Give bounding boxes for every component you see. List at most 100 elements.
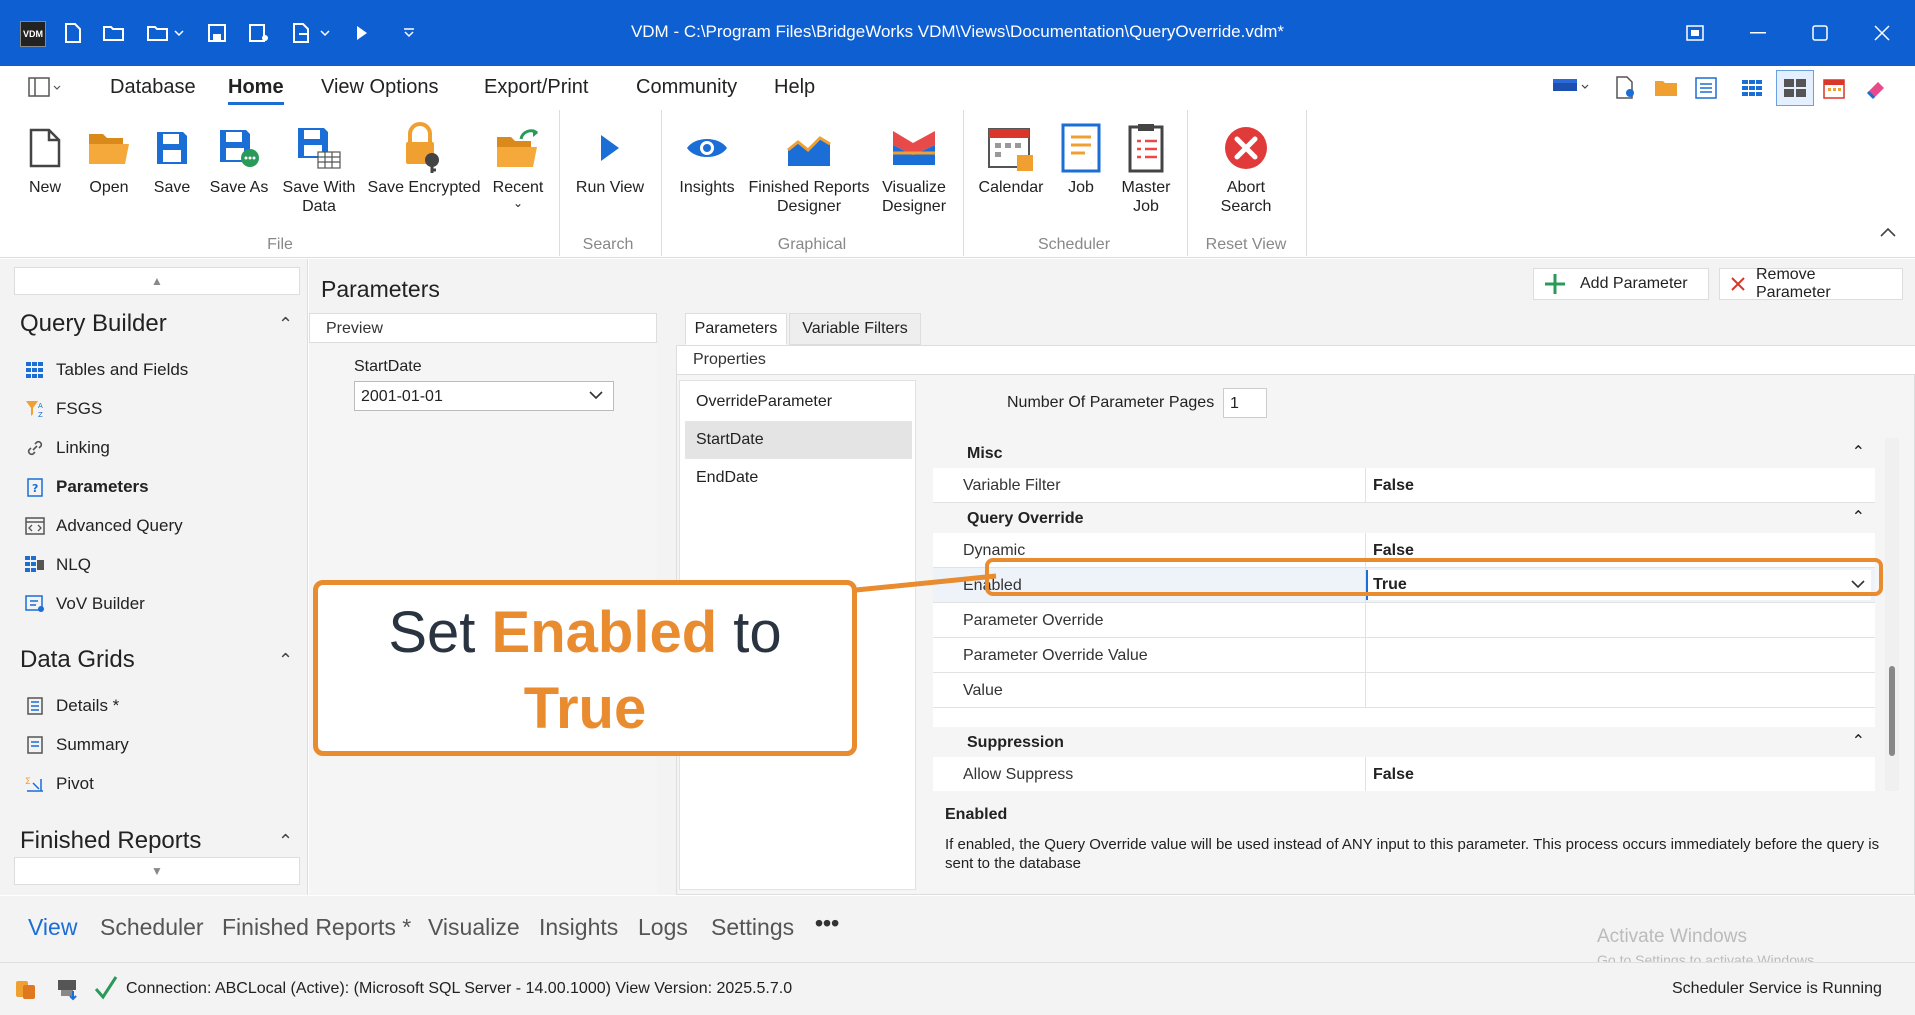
scroll-up-button[interactable]: ▲ [14, 267, 300, 295]
property-value[interactable]: Value [933, 673, 1875, 708]
menu-home[interactable]: Home [228, 76, 284, 105]
sidebar-item-fsgs[interactable]: AZ FSGS [24, 396, 102, 422]
tab-settings[interactable]: Settings [711, 914, 794, 941]
query-builder-header[interactable]: Query Builder [20, 310, 167, 338]
theme-color-icon[interactable] [1552, 76, 1592, 101]
database-icon[interactable] [14, 977, 38, 1006]
job-button[interactable]: Job [1056, 118, 1106, 197]
new-file-icon[interactable] [60, 18, 86, 48]
menu-community[interactable]: Community [636, 76, 737, 99]
list-item[interactable]: OverrideParameter [696, 393, 832, 411]
tab-view[interactable]: View [28, 914, 77, 941]
tab-parameters[interactable]: Parameters [685, 313, 787, 345]
customize-toolbar-icon[interactable] [398, 18, 420, 48]
master-job-button[interactable]: Master Job [1118, 118, 1174, 216]
sidebar-item-nlq[interactable]: NLQ [24, 552, 91, 578]
recent-button[interactable]: Recent ⌄ [488, 118, 548, 209]
save-as-icon[interactable] [246, 18, 272, 48]
minimize-button[interactable] [1738, 16, 1778, 50]
scrollbar-thumb[interactable] [1889, 666, 1895, 756]
tab-variable-filters[interactable]: Variable Filters [789, 313, 921, 345]
sidebar-item-vov-builder[interactable]: VoV Builder [24, 591, 145, 617]
property-parameter-override[interactable]: Parameter Override [933, 603, 1875, 638]
document-settings-icon[interactable] [1614, 76, 1638, 105]
open-button[interactable]: Open [84, 118, 134, 197]
open-recent-dropdown-icon[interactable] [144, 18, 188, 48]
maximize-button[interactable] [1800, 16, 1840, 50]
sidebar-item-advanced-query[interactable]: Advanced Query [24, 513, 183, 539]
status-bar: Connection: ABCLocal (Active): (Microsof… [0, 962, 1915, 1015]
menu-help[interactable]: Help [774, 76, 815, 99]
run-icon[interactable] [350, 18, 374, 48]
collapse-misc-icon[interactable]: ⌃ [1852, 442, 1865, 462]
abort-search-button[interactable]: Abort Search [1206, 118, 1286, 216]
ribbon-separator [1306, 110, 1307, 256]
data-grids-header[interactable]: Data Grids [20, 646, 135, 674]
sidebar-item-summary[interactable]: Summary [24, 732, 129, 758]
sidebar-item-pivot[interactable]: Σ Pivot [24, 771, 94, 797]
group-label-file: File [267, 236, 293, 253]
tab-insights[interactable]: Insights [539, 914, 618, 941]
run-view-button[interactable]: Run View [570, 118, 650, 197]
open-folder-icon [84, 118, 134, 178]
category-misc[interactable]: Misc ⌃ [933, 438, 1875, 468]
property-allow-suppress[interactable]: Allow Suppress False [933, 757, 1875, 791]
tab-finished-reports[interactable]: Finished Reports * [222, 914, 411, 941]
scroll-down-button[interactable]: ▼ [14, 857, 300, 885]
collapse-ribbon-icon[interactable] [1880, 224, 1896, 242]
more-tabs-button[interactable]: ••• [815, 910, 839, 937]
save-as-button[interactable]: Save As [206, 118, 272, 197]
visualize-designer-button[interactable]: Visualize Designer [874, 118, 954, 216]
list-item[interactable]: EndDate [696, 469, 758, 487]
calendar-icon[interactable] [1822, 76, 1846, 105]
category-query-override[interactable]: Query Override ⌃ [933, 503, 1875, 533]
collapse-data-grids-icon[interactable]: ⌃ [278, 650, 293, 671]
new-button[interactable]: New [20, 118, 70, 197]
tile-view-icon[interactable] [1776, 70, 1814, 106]
grid-view-icon[interactable] [1740, 76, 1764, 105]
menu-database[interactable]: Database [110, 76, 196, 99]
menu-view-options[interactable]: View Options [321, 76, 438, 99]
folder-icon[interactable] [1654, 78, 1678, 103]
sidebar-toggle-icon[interactable] [28, 76, 62, 103]
sidebar-item-tables-and-fields[interactable]: Tables and Fields [24, 357, 188, 383]
eraser-icon[interactable] [1864, 76, 1888, 105]
collapse-suppression-icon[interactable]: ⌃ [1852, 731, 1865, 751]
save-icon[interactable] [204, 18, 230, 48]
list-item-selected[interactable]: StartDate [685, 421, 912, 459]
export-dropdown-icon[interactable] [290, 18, 334, 48]
remove-parameter-button[interactable]: Remove Parameter [1719, 266, 1903, 301]
num-pages-input[interactable]: 1 [1223, 388, 1267, 418]
property-grid-scrollbar[interactable] [1885, 438, 1899, 791]
sidebar-item-parameters[interactable]: ? Parameters [24, 474, 149, 500]
category-suppression[interactable]: Suppression ⌃ [933, 727, 1875, 757]
property-parameter-override-value[interactable]: Parameter Override Value [933, 638, 1875, 673]
open-folder-icon[interactable] [100, 18, 128, 48]
sidebar-item-linking[interactable]: Linking [24, 435, 110, 461]
server-download-icon[interactable] [56, 977, 80, 1006]
collapse-query-builder-icon[interactable]: ⌃ [278, 314, 293, 335]
save-with-data-button[interactable]: Save With Data [282, 118, 356, 216]
tab-visualize[interactable]: Visualize [428, 914, 520, 941]
finished-reports-designer-button[interactable]: Finished Reports Designer [748, 118, 870, 216]
sidebar-item-details[interactable]: Details * [24, 693, 119, 719]
list-view-icon[interactable] [1694, 76, 1718, 105]
collapse-query-override-icon[interactable]: ⌃ [1852, 507, 1865, 527]
menu-export-print[interactable]: Export/Print [484, 76, 588, 99]
tab-scheduler[interactable]: Scheduler [100, 914, 204, 941]
insights-button[interactable]: Insights [672, 118, 742, 197]
svg-text:Z: Z [38, 411, 43, 418]
save-encrypted-button[interactable]: Save Encrypted [366, 118, 482, 197]
restore-layout-icon[interactable] [1675, 16, 1715, 50]
add-parameter-button[interactable]: Add Parameter [1533, 268, 1709, 300]
start-date-dropdown[interactable]: 2001-01-01 [354, 381, 614, 411]
property-grid-lower: Suppression ⌃ Allow Suppress False [933, 727, 1875, 791]
close-button[interactable] [1862, 16, 1902, 50]
property-variable-filter[interactable]: Variable Filter False [933, 468, 1875, 503]
finished-reports-header[interactable]: Finished Reports [20, 827, 201, 855]
save-button[interactable]: Save [148, 118, 196, 197]
collapse-finished-reports-icon[interactable]: ⌃ [278, 831, 293, 852]
calendar-icon [974, 118, 1048, 178]
tab-logs[interactable]: Logs [638, 914, 688, 941]
calendar-button[interactable]: Calendar [974, 118, 1048, 197]
